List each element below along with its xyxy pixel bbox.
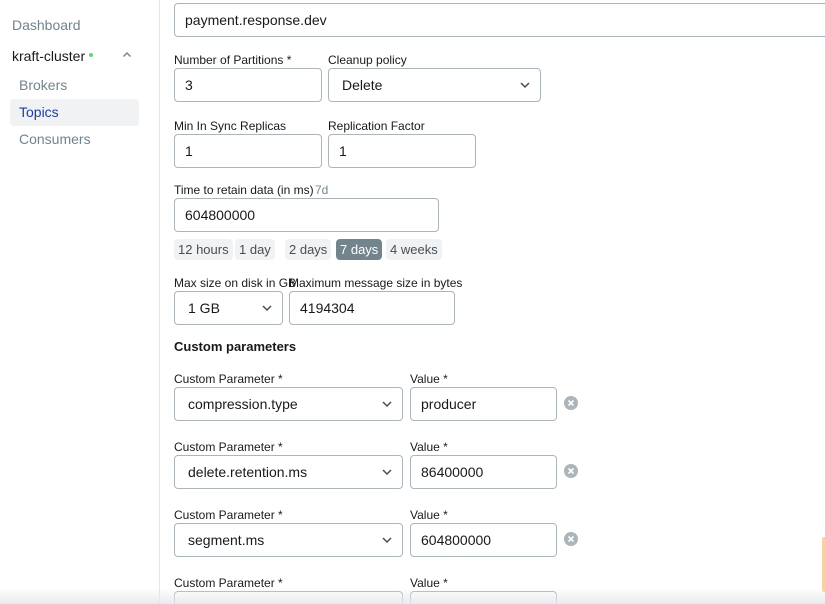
custom-value-label: Value *	[410, 508, 448, 522]
cluster-status-dot	[89, 52, 94, 57]
custom-param-value: segment.ms	[188, 532, 265, 548]
topic-name-input[interactable]: payment.response.dev	[174, 3, 825, 37]
sidebar-item-dashboard[interactable]: Dashboard	[12, 17, 81, 33]
custom-param-value: compression.type	[188, 396, 298, 412]
min-isr-label: Min In Sync Replicas	[174, 119, 287, 133]
max-disk-value: 1 GB	[188, 300, 220, 316]
cleanup-policy-value: Delete	[342, 77, 383, 93]
retention-preset-2-days[interactable]: 2 days	[285, 239, 332, 260]
retention-hint: 7d	[315, 183, 329, 197]
sidebar-item-brokers[interactable]: Brokers	[10, 72, 139, 99]
custom-value-input[interactable]: producer	[410, 387, 557, 421]
bottom-shadow	[0, 588, 825, 604]
custom-value-label: Value *	[410, 372, 448, 386]
custom-param-select[interactable]: delete.retention.ms	[174, 455, 403, 489]
cleanup-policy-label: Cleanup policy	[328, 53, 407, 67]
remove-param-icon[interactable]	[564, 532, 578, 546]
sidebar: Dashboard kraft-cluster Brokers Topics C…	[0, 0, 160, 604]
min-isr-input[interactable]: 1	[174, 134, 322, 168]
remove-param-icon[interactable]	[564, 396, 578, 410]
max-disk-label: Max size on disk in GB	[174, 276, 297, 290]
custom-param-value: delete.retention.ms	[188, 464, 308, 480]
sidebar-item-topics[interactable]: Topics	[10, 99, 139, 126]
chevron-down-icon	[382, 537, 392, 544]
custom-value-label: Value *	[410, 440, 448, 454]
partitions-label: Number of Partitions *	[174, 53, 292, 67]
custom-value-input[interactable]: 86400000	[410, 455, 557, 489]
chevron-down-icon	[520, 82, 530, 89]
chevron-down-icon	[382, 469, 392, 476]
partitions-input[interactable]: 3	[174, 68, 322, 102]
remove-param-icon[interactable]	[564, 464, 578, 478]
chevron-down-icon	[262, 305, 272, 312]
custom-value-input[interactable]: 604800000	[410, 523, 557, 557]
cluster-name: kraft-cluster	[12, 48, 86, 64]
sidebar-item-consumers[interactable]: Consumers	[10, 126, 139, 153]
cleanup-policy-select[interactable]: Delete	[328, 68, 541, 102]
topic-form: payment.response.dev Number of Partition…	[160, 0, 825, 604]
custom-parameters-title: Custom parameters	[174, 339, 297, 354]
custom-param-label: Custom Parameter *	[174, 508, 283, 522]
max-disk-select[interactable]: 1 GB	[174, 291, 283, 325]
custom-param-select[interactable]: segment.ms	[174, 523, 403, 557]
replication-factor-input[interactable]: 1	[328, 134, 476, 168]
cluster-toggle[interactable]: kraft-cluster	[12, 48, 146, 66]
replication-factor-label: Replication Factor	[328, 119, 425, 133]
max-message-input[interactable]: 4194304	[289, 291, 455, 325]
max-message-label: Maximum message size in bytes	[289, 276, 463, 290]
retention-label: Time to retain data (in ms)	[174, 183, 314, 197]
custom-param-label: Custom Parameter *	[174, 440, 283, 454]
retention-preset-12-hours[interactable]: 12 hours	[174, 239, 233, 260]
chevron-down-icon	[382, 401, 392, 408]
retention-preset-7-days[interactable]: 7 days	[336, 239, 383, 260]
retention-preset-4-weeks[interactable]: 4 weeks	[386, 239, 442, 260]
chevron-up-icon[interactable]	[122, 50, 132, 60]
retention-preset-1-day[interactable]: 1 day	[235, 239, 275, 260]
custom-param-select[interactable]: compression.type	[174, 387, 403, 421]
retention-input[interactable]: 604800000	[174, 198, 439, 232]
app: Dashboard kraft-cluster Brokers Topics C…	[0, 0, 825, 604]
custom-param-label: Custom Parameter *	[174, 372, 283, 386]
